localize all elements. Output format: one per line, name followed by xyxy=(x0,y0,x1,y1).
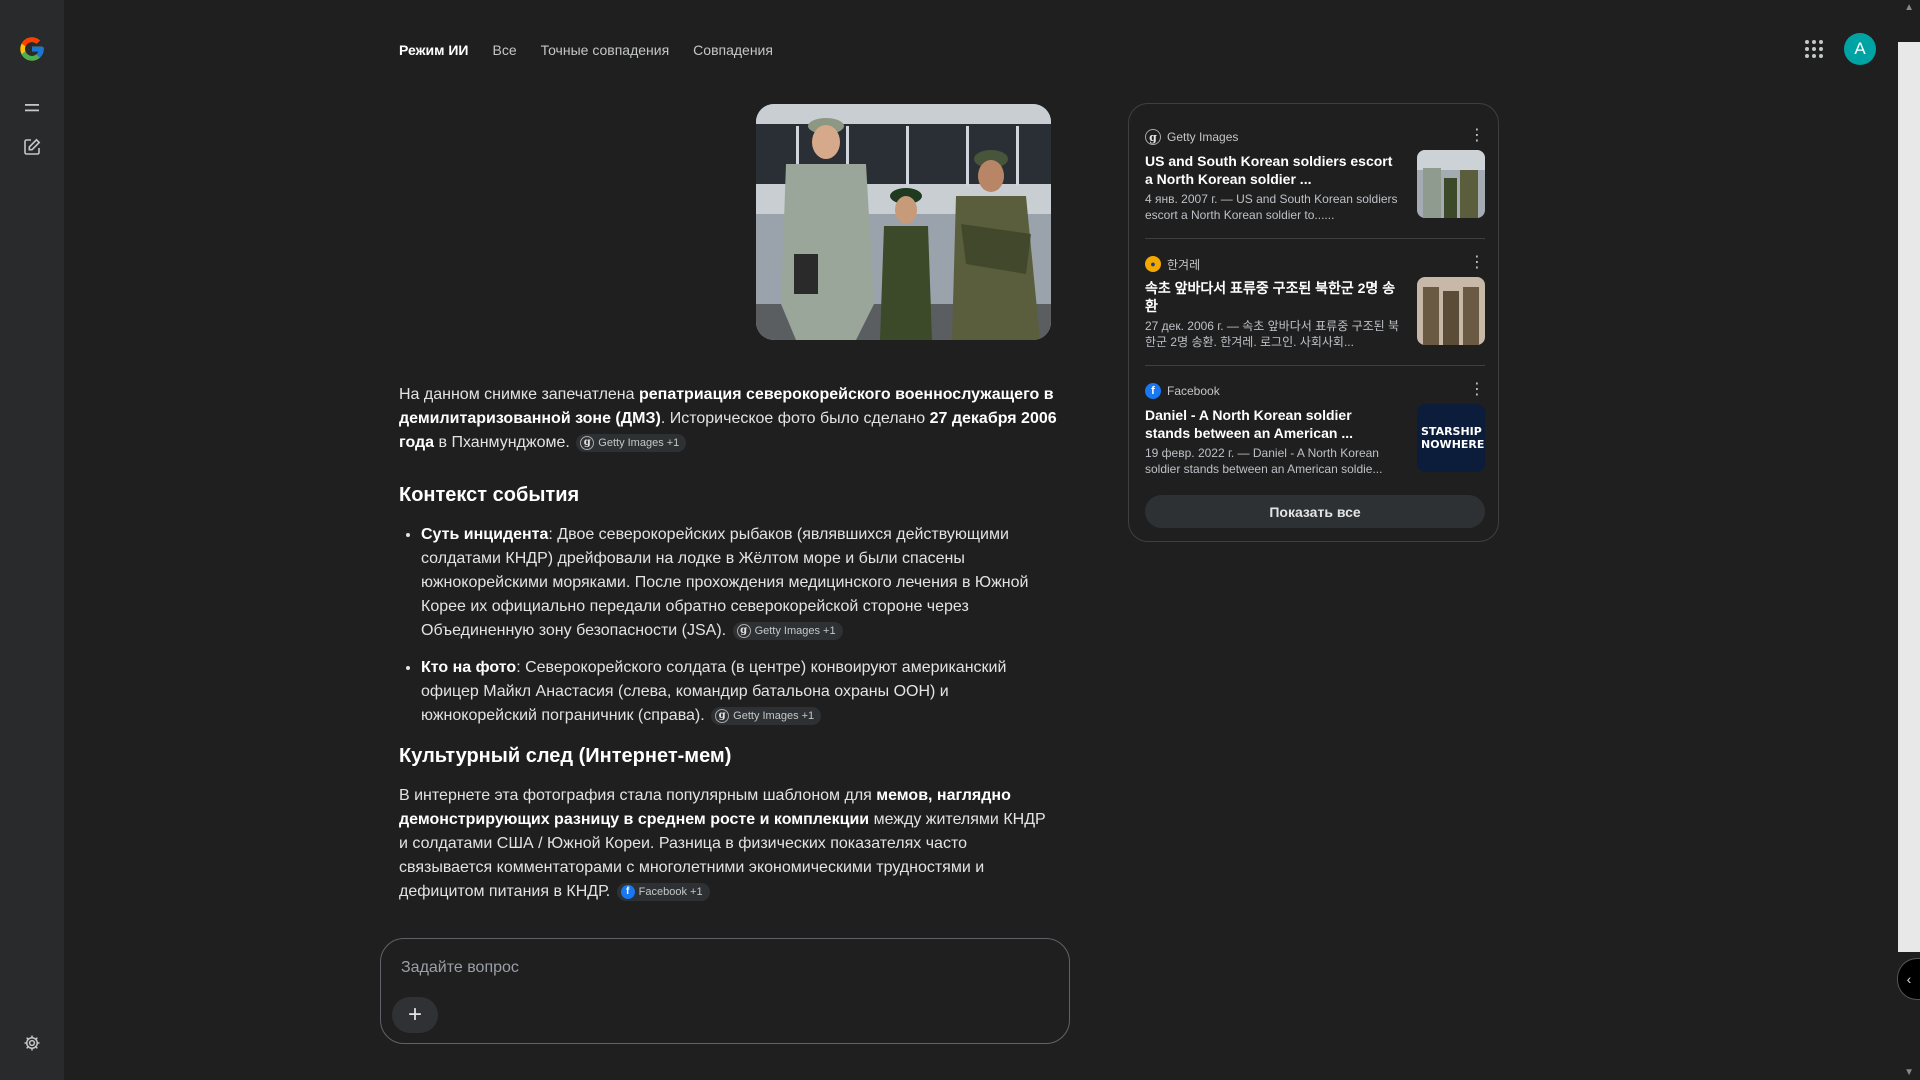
show-all-button[interactable]: Показать все xyxy=(1145,495,1485,528)
source-snippet: 27 дек. 2006 г. — 속초 앞바다서 표류중 구조된 북한군 2명… xyxy=(1145,319,1400,349)
source-snippet: 4 янв. 2007 г. — US and South Korean sol… xyxy=(1145,192,1398,222)
chip-label: Facebook +1 xyxy=(638,885,703,898)
source-site: 한겨레 xyxy=(1167,257,1201,272)
intro-text: На данном снимке запечатлена xyxy=(399,386,639,403)
bullet-lead: Кто на фото xyxy=(421,659,517,676)
source-card[interactable]: f Facebook ⋮ Daniel - A North Korean sol… xyxy=(1145,382,1485,482)
divider xyxy=(1145,365,1485,366)
tab-matches[interactable]: Совпадения xyxy=(693,40,773,60)
scrollbar[interactable]: ▲ ▼ xyxy=(1898,0,1920,1080)
more-vert-icon[interactable]: ⋮ xyxy=(1469,128,1485,144)
source-title: Daniel - A North Korean soldier stands b… xyxy=(1145,407,1353,441)
scroll-up-icon[interactable]: ▲ xyxy=(1904,2,1914,13)
query-image[interactable] xyxy=(756,104,1051,340)
chip-label: Getty Images +1 xyxy=(598,436,680,449)
context-list: Суть инцидента: Двое северокорейских рыб… xyxy=(399,523,1059,728)
getty-icon: g xyxy=(715,708,730,723)
ai-answer: На данном снимке запечатлена репатриация… xyxy=(399,383,1059,904)
intro-text: в Пханмунджоме. xyxy=(434,434,570,451)
tab-exact-matches[interactable]: Точные совпадения xyxy=(541,40,670,60)
source-site: Getty Images xyxy=(1167,130,1239,144)
intro-text: . Историческое фото было сделано xyxy=(660,410,930,427)
facebook-icon: f xyxy=(1145,383,1161,399)
list-item: Суть инцидента: Двое северокорейских рыб… xyxy=(421,523,1059,643)
left-rail xyxy=(0,0,64,1080)
list-item: Кто на фото: Северокорейского солдата (в… xyxy=(421,656,1059,728)
source-site: Facebook xyxy=(1167,384,1220,398)
tab-ai-mode[interactable]: Режим ИИ xyxy=(399,40,469,60)
source-chip[interactable]: g Getty Images +1 xyxy=(711,706,822,725)
chip-label: Getty Images +1 xyxy=(733,709,815,722)
section-title-context: Контекст события xyxy=(399,484,580,506)
source-thumbnail xyxy=(1417,150,1485,218)
getty-icon: g xyxy=(736,623,751,638)
source-title: US and South Korean soldiers escort a No… xyxy=(1145,153,1393,187)
answer-intro: На данном снимке запечатлена репатриация… xyxy=(399,383,1059,455)
source-header: f Facebook xyxy=(1145,382,1485,400)
answer-outro: В интернете эта фотография стала популяр… xyxy=(399,784,1059,904)
tab-all[interactable]: Все xyxy=(493,40,517,60)
plus-icon[interactable]: + xyxy=(392,997,438,1033)
scroll-down-icon[interactable]: ▼ xyxy=(1904,1067,1914,1078)
divider xyxy=(1145,238,1485,239)
source-header: g Getty Images xyxy=(1145,128,1485,146)
bullet-lead: Суть инцидента xyxy=(421,526,549,543)
gear-icon[interactable] xyxy=(20,1031,44,1055)
question-input[interactable] xyxy=(399,951,1043,985)
menu-icon[interactable] xyxy=(20,96,44,120)
avatar[interactable]: A xyxy=(1844,33,1876,65)
search-mode-tabs: Режим ИИ Все Точные совпадения Совпадени… xyxy=(399,40,773,60)
more-vert-icon[interactable]: ⋮ xyxy=(1469,255,1485,271)
getty-icon: g xyxy=(1145,129,1161,145)
source-title: 속초 앞바다서 표류중 구조된 북한군 2명 송환 xyxy=(1145,280,1396,314)
source-chip[interactable]: g Getty Images +1 xyxy=(576,433,687,452)
source-header: ● 한겨레 xyxy=(1145,255,1485,273)
source-thumbnail xyxy=(1417,277,1485,345)
source-chip[interactable]: f Facebook +1 xyxy=(616,882,710,901)
more-vert-icon[interactable]: ⋮ xyxy=(1469,382,1485,398)
source-card[interactable]: ● 한겨레 ⋮ 속초 앞바다서 표류중 구조된 북한군 2명 송환 27 дек… xyxy=(1145,255,1485,355)
facebook-icon: f xyxy=(620,884,635,899)
hani-logo-icon: ● xyxy=(1145,256,1161,272)
section-title-culture: Культурный след (Интернет-мем) xyxy=(399,745,732,767)
source-chip[interactable]: g Getty Images +1 xyxy=(732,621,843,640)
apps-grid-icon[interactable] xyxy=(1802,37,1826,61)
sources-panel: g Getty Images ⋮ US and South Korean sol… xyxy=(1128,103,1499,542)
thumbnail-text: STARSHIP NOWHERE xyxy=(1421,425,1485,451)
source-thumbnail: STARSHIP NOWHERE xyxy=(1417,404,1485,472)
source-card[interactable]: g Getty Images ⋮ US and South Korean sol… xyxy=(1145,128,1485,228)
header-actions: A xyxy=(1802,33,1876,65)
getty-icon: g xyxy=(580,435,595,450)
prompt-box: + xyxy=(380,938,1070,1044)
source-snippet: 19 февр. 2022 г. — Daniel - A North Kore… xyxy=(1145,446,1383,476)
scroll-thumb[interactable] xyxy=(1898,42,1920,952)
outro-text: В интернете эта фотография стала популяр… xyxy=(399,787,877,804)
chip-label: Getty Images +1 xyxy=(754,624,836,637)
edit-icon[interactable] xyxy=(20,135,44,159)
google-g-logo[interactable] xyxy=(18,35,46,63)
